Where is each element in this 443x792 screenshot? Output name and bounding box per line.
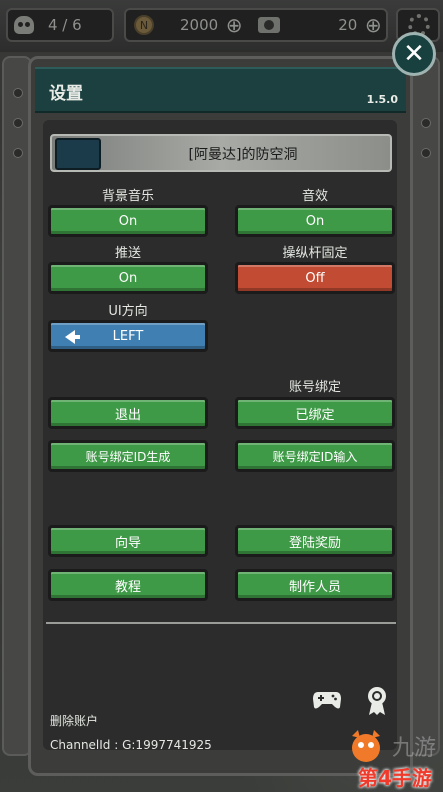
coin-amount: 2000 bbox=[180, 16, 219, 34]
add-coins-button[interactable]: ⊕ bbox=[224, 15, 244, 35]
push-label: 推送 bbox=[114, 246, 141, 261]
close-button[interactable]: ✕ bbox=[392, 32, 436, 76]
sfx-label: 音效 bbox=[301, 189, 328, 204]
music-label: 背景音乐 bbox=[101, 189, 154, 204]
ui-direction-value: LEFT bbox=[112, 328, 144, 344]
shelter-avatar bbox=[55, 138, 101, 170]
ribbon-icon[interactable] bbox=[366, 686, 388, 716]
tutorial-button[interactable]: 教程 bbox=[48, 569, 208, 601]
skull-icon bbox=[14, 16, 34, 34]
joystick-label: 操纵杆固定 bbox=[282, 246, 348, 261]
push-toggle-button[interactable]: On bbox=[48, 262, 208, 294]
ui-direction-button[interactable]: LEFT bbox=[48, 320, 208, 352]
rivet bbox=[13, 148, 23, 158]
gamepad-icon[interactable] bbox=[312, 690, 342, 710]
channel-id: ChannelId : G:1997741925 bbox=[50, 738, 212, 752]
panel-titlebar: 设置 1.5.0 bbox=[35, 67, 406, 113]
coin-icon: N bbox=[134, 15, 154, 35]
camera-icon bbox=[258, 17, 281, 33]
input-id-button[interactable]: 账号绑定ID输入 bbox=[235, 440, 395, 472]
watermark-faint: 九游 bbox=[392, 736, 437, 761]
delete-account-link[interactable]: 删除账户 bbox=[50, 712, 98, 729]
panel-title: 设置 bbox=[49, 84, 83, 104]
survivor-count: 4 / 6 bbox=[48, 16, 82, 34]
resource-bar: N 2000 ⊕ 20 ⊕ bbox=[124, 8, 388, 42]
version-label: 1.5.0 bbox=[366, 93, 398, 106]
guide-button[interactable]: 向导 bbox=[48, 525, 208, 557]
rivet bbox=[13, 88, 23, 98]
login-reward-button[interactable]: 登陆奖励 bbox=[235, 525, 395, 557]
account-bind-label: 账号绑定 bbox=[288, 380, 341, 395]
film-amount: 20 bbox=[338, 16, 358, 34]
add-film-button[interactable]: ⊕ bbox=[363, 15, 383, 35]
right-rail bbox=[410, 56, 440, 756]
watermark-brand: 第4手游 bbox=[358, 766, 432, 790]
rivet bbox=[13, 118, 23, 128]
arrow-left-icon bbox=[65, 330, 80, 344]
survivor-counter: 4 / 6 bbox=[6, 8, 114, 42]
rivet bbox=[421, 118, 431, 128]
divider bbox=[46, 622, 396, 624]
shelter-name: [阿曼达]的防空洞 bbox=[188, 147, 298, 163]
ui-direction-label: UI方向 bbox=[108, 304, 148, 319]
sfx-toggle-button[interactable]: On bbox=[235, 205, 395, 237]
music-toggle-button[interactable]: On bbox=[48, 205, 208, 237]
exit-button[interactable]: 退出 bbox=[48, 397, 208, 429]
credits-button[interactable]: 制作人员 bbox=[235, 569, 395, 601]
rivet bbox=[421, 148, 431, 158]
joystick-toggle-button[interactable]: Off bbox=[235, 262, 395, 294]
top-hud: 4 / 6 N 2000 ⊕ 20 ⊕ bbox=[0, 0, 443, 52]
bound-button[interactable]: 已绑定 bbox=[235, 397, 395, 429]
generate-id-button[interactable]: 账号绑定ID生成 bbox=[48, 440, 208, 472]
close-icon: ✕ bbox=[403, 39, 425, 69]
